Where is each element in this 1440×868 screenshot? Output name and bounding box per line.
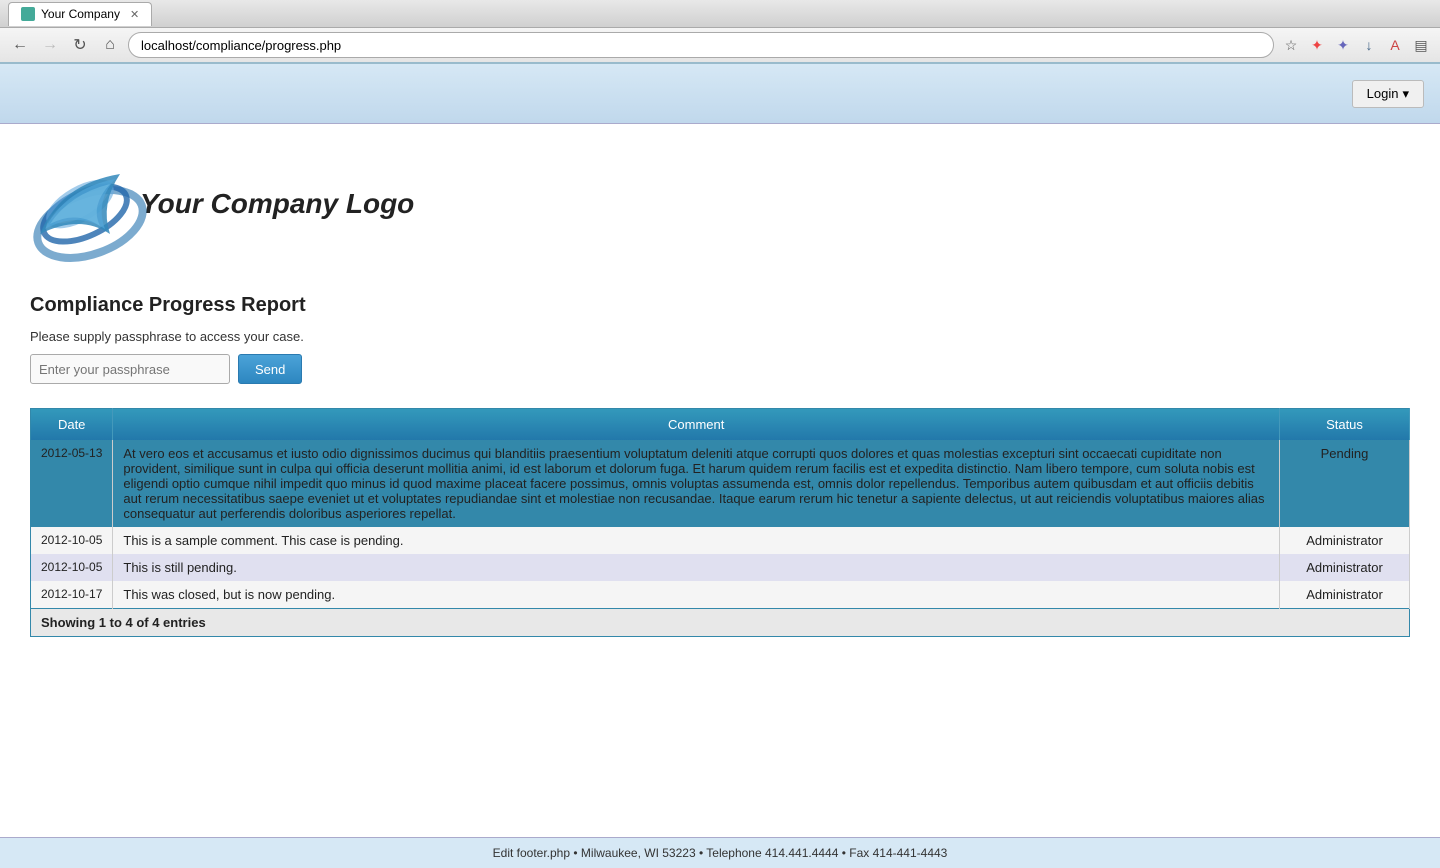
cell-status: Administrator <box>1280 581 1410 609</box>
cell-comment: This was closed, but is now pending. <box>113 581 1280 609</box>
cell-date: 2012-10-05 <box>31 554 113 581</box>
passphrase-form: Send <box>30 354 1410 384</box>
main-content: Compliance Progress Report Please supply… <box>0 284 1440 667</box>
col-status: Status <box>1280 409 1410 441</box>
table-row: 2012-10-05This is still pending.Administ… <box>31 554 1410 581</box>
extension-icon-3[interactable]: ↓ <box>1358 34 1380 56</box>
login-button[interactable]: Login ▾ <box>1352 80 1424 108</box>
send-button[interactable]: Send <box>238 354 302 384</box>
address-bar[interactable] <box>128 32 1274 58</box>
cell-status: Pending <box>1280 440 1410 527</box>
passphrase-input[interactable] <box>30 354 230 384</box>
cell-date: 2012-10-17 <box>31 581 113 609</box>
forward-button[interactable]: → <box>38 33 62 57</box>
footer-text: Edit footer.php • Milwaukee, WI 53223 • … <box>493 846 948 860</box>
extension-icon-2[interactable]: ✦ <box>1332 34 1354 56</box>
logo-text: Your Company Logo <box>140 188 414 220</box>
logo-area: Your Company Logo <box>0 124 1440 284</box>
table-row: 2012-10-05This is a sample comment. This… <box>31 527 1410 554</box>
table-row: 2012-05-13At vero eos et accusamus et iu… <box>31 440 1410 527</box>
data-table: Date Comment Status 2012-05-13At vero eo… <box>30 408 1410 609</box>
browser-titlebar: Your Company ✕ <box>0 0 1440 28</box>
cell-comment: This is a sample comment. This case is p… <box>113 527 1280 554</box>
browser-tab[interactable]: Your Company ✕ <box>8 2 152 26</box>
reload-button[interactable]: ↻ <box>68 33 92 57</box>
back-button[interactable]: ← <box>8 33 32 57</box>
logo-graphic <box>30 144 150 264</box>
login-label: Login <box>1367 86 1399 101</box>
extension-icon-4[interactable]: A <box>1384 34 1406 56</box>
bookmark-icon[interactable]: ☆ <box>1280 34 1302 56</box>
table-footer: Showing 1 to 4 of 4 entries <box>30 609 1410 637</box>
tab-title: Your Company <box>41 7 120 21</box>
tab-favicon <box>21 7 35 21</box>
browser-toolbar: ← → ↻ ⌂ ☆ ✦ ✦ ↓ A ▤ <box>0 28 1440 64</box>
extension-icon-5[interactable]: ▤ <box>1410 34 1432 56</box>
toolbar-icons: ☆ ✦ ✦ ↓ A ▤ <box>1280 34 1432 56</box>
logo-container: Your Company Logo <box>30 144 1410 264</box>
page-wrapper: Login ▾ Your Company Logo Compliance Pro… <box>0 64 1440 764</box>
passphrase-label: Please supply passphrase to access your … <box>30 329 1410 344</box>
page-title: Compliance Progress Report <box>30 294 1410 317</box>
cell-status: Administrator <box>1280 554 1410 581</box>
cell-date: 2012-10-05 <box>31 527 113 554</box>
cell-comment: This is still pending. <box>113 554 1280 581</box>
site-footer: Edit footer.php • Milwaukee, WI 53223 • … <box>0 837 1440 868</box>
table-header-row: Date Comment Status <box>31 409 1410 441</box>
cell-comment: At vero eos et accusamus et iusto odio d… <box>113 440 1280 527</box>
tab-close-button[interactable]: ✕ <box>130 8 139 21</box>
home-button[interactable]: ⌂ <box>98 33 122 57</box>
login-dropdown-icon: ▾ <box>1402 86 1409 102</box>
col-comment: Comment <box>113 409 1280 441</box>
extension-icon-1[interactable]: ✦ <box>1306 34 1328 56</box>
table-row: 2012-10-17This was closed, but is now pe… <box>31 581 1410 609</box>
cell-date: 2012-05-13 <box>31 440 113 527</box>
col-date: Date <box>31 409 113 441</box>
site-header: Login ▾ <box>0 64 1440 124</box>
cell-status: Administrator <box>1280 527 1410 554</box>
